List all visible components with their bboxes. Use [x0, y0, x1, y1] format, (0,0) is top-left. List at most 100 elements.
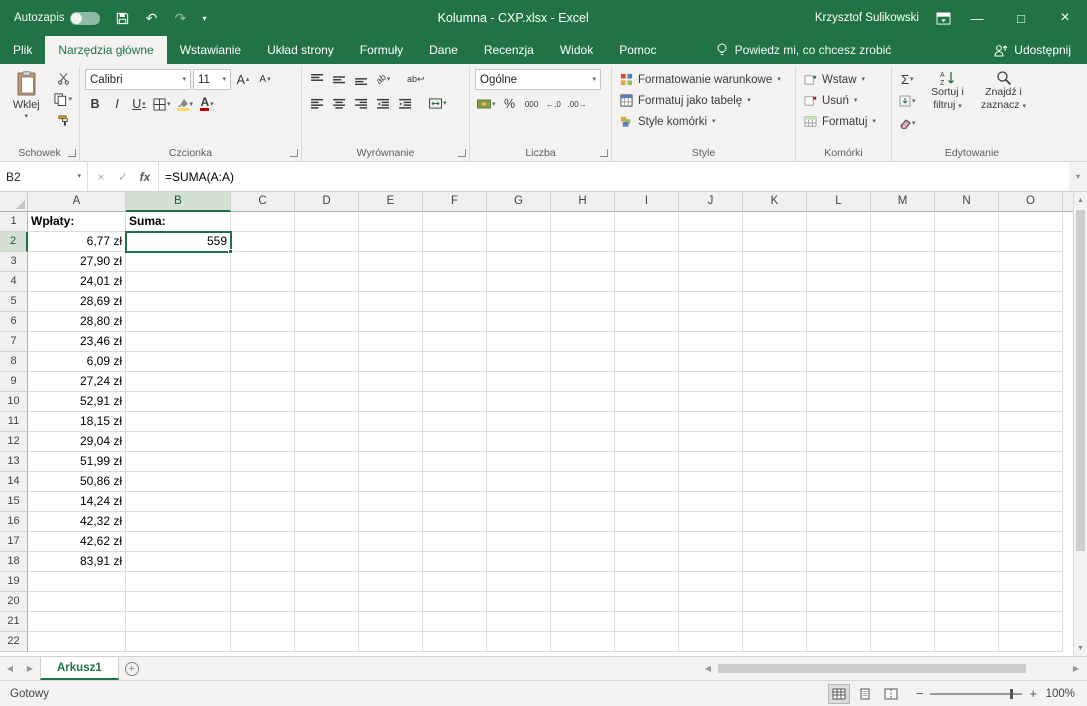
cell-E16[interactable]: [359, 512, 423, 532]
paste-button[interactable]: Wklej ▾: [5, 69, 47, 130]
cell-G18[interactable]: [487, 552, 551, 572]
cell-H19[interactable]: [551, 572, 615, 592]
cell-L15[interactable]: [807, 492, 871, 512]
cell-N17[interactable]: [935, 532, 999, 552]
cell-A22[interactable]: [28, 632, 126, 652]
cell-J21[interactable]: [679, 612, 743, 632]
cell-D9[interactable]: [295, 372, 359, 392]
cell-H2[interactable]: [551, 232, 615, 252]
cell-N12[interactable]: [935, 432, 999, 452]
cell-O4[interactable]: [999, 272, 1063, 292]
cell-O18[interactable]: [999, 552, 1063, 572]
cell-I3[interactable]: [615, 252, 679, 272]
cell-O2[interactable]: [999, 232, 1063, 252]
row-header-10[interactable]: 10: [0, 392, 28, 412]
cell-L22[interactable]: [807, 632, 871, 652]
cell-J3[interactable]: [679, 252, 743, 272]
cell-O20[interactable]: [999, 592, 1063, 612]
cell-A17[interactable]: 42,62 zł: [28, 532, 126, 552]
cell-A20[interactable]: [28, 592, 126, 612]
cell-N14[interactable]: [935, 472, 999, 492]
cell-E20[interactable]: [359, 592, 423, 612]
cell-C22[interactable]: [231, 632, 295, 652]
cell-C13[interactable]: [231, 452, 295, 472]
fill-color-button[interactable]: ▾: [175, 94, 196, 114]
cell-F1[interactable]: [423, 212, 487, 232]
orientation-button[interactable]: ab▾: [373, 69, 393, 89]
cell-O7[interactable]: [999, 332, 1063, 352]
cell-O16[interactable]: [999, 512, 1063, 532]
cell-J11[interactable]: [679, 412, 743, 432]
vertical-scrollbar[interactable]: ▲ ▼: [1073, 192, 1087, 656]
row-header-2[interactable]: 2: [0, 232, 28, 252]
cell-B18[interactable]: [126, 552, 231, 572]
maximize-button[interactable]: □: [999, 0, 1043, 36]
cell-F4[interactable]: [423, 272, 487, 292]
cell-M19[interactable]: [871, 572, 935, 592]
cell-O8[interactable]: [999, 352, 1063, 372]
previous-sheet-button[interactable]: ◀: [0, 657, 20, 680]
cell-J18[interactable]: [679, 552, 743, 572]
cell-K11[interactable]: [743, 412, 807, 432]
cell-A1[interactable]: Wpłaty:: [28, 212, 126, 232]
cell-B10[interactable]: [126, 392, 231, 412]
cell-H4[interactable]: [551, 272, 615, 292]
cell-H10[interactable]: [551, 392, 615, 412]
cell-L9[interactable]: [807, 372, 871, 392]
row-header-3[interactable]: 3: [0, 252, 28, 272]
row-header-12[interactable]: 12: [0, 432, 28, 452]
cell-L19[interactable]: [807, 572, 871, 592]
cell-B20[interactable]: [126, 592, 231, 612]
cell-I2[interactable]: [615, 232, 679, 252]
row-header-9[interactable]: 9: [0, 372, 28, 392]
cell-C20[interactable]: [231, 592, 295, 612]
cell-N4[interactable]: [935, 272, 999, 292]
cell-M1[interactable]: [871, 212, 935, 232]
cell-M17[interactable]: [871, 532, 935, 552]
page-break-preview-button[interactable]: [880, 684, 902, 704]
column-header-A[interactable]: A: [28, 192, 126, 212]
cell-D12[interactable]: [295, 432, 359, 452]
normal-view-button[interactable]: [828, 684, 850, 704]
cell-J14[interactable]: [679, 472, 743, 492]
cell-K2[interactable]: [743, 232, 807, 252]
cell-G5[interactable]: [487, 292, 551, 312]
ribbon-tab-widok[interactable]: Widok: [547, 36, 606, 64]
cell-H14[interactable]: [551, 472, 615, 492]
cell-I6[interactable]: [615, 312, 679, 332]
cell-D10[interactable]: [295, 392, 359, 412]
row-header-15[interactable]: 15: [0, 492, 28, 512]
cell-I5[interactable]: [615, 292, 679, 312]
cell-J5[interactable]: [679, 292, 743, 312]
cell-E13[interactable]: [359, 452, 423, 472]
cell-K15[interactable]: [743, 492, 807, 512]
cell-N22[interactable]: [935, 632, 999, 652]
cell-G7[interactable]: [487, 332, 551, 352]
cell-K4[interactable]: [743, 272, 807, 292]
cell-G4[interactable]: [487, 272, 551, 292]
enter-entry-button[interactable]: ✓: [112, 170, 134, 184]
cell-I7[interactable]: [615, 332, 679, 352]
format-painter-button[interactable]: [52, 111, 74, 130]
fill-button[interactable]: ▾: [897, 91, 918, 111]
conditional-formatting-button[interactable]: Formatowanie warunkowe ▾: [617, 69, 790, 90]
font-dialog-launcher[interactable]: [290, 149, 298, 157]
shrink-font-button[interactable]: A▾: [255, 70, 275, 90]
cell-D8[interactable]: [295, 352, 359, 372]
column-header-E[interactable]: E: [359, 192, 423, 212]
cell-N16[interactable]: [935, 512, 999, 532]
cell-M7[interactable]: [871, 332, 935, 352]
row-header-4[interactable]: 4: [0, 272, 28, 292]
cell-B3[interactable]: [126, 252, 231, 272]
cell-F13[interactable]: [423, 452, 487, 472]
grow-font-button[interactable]: A▴: [233, 70, 253, 90]
cell-G16[interactable]: [487, 512, 551, 532]
cell-J10[interactable]: [679, 392, 743, 412]
scroll-right-button[interactable]: ▶: [1069, 664, 1083, 673]
cell-B6[interactable]: [126, 312, 231, 332]
format-as-table-button[interactable]: Formatuj jako tabelę ▾: [617, 90, 790, 111]
insert-cells-button[interactable]: Wstaw ▾: [801, 69, 886, 90]
cell-G1[interactable]: [487, 212, 551, 232]
horizontal-scroll-track[interactable]: [717, 663, 1067, 674]
cell-J16[interactable]: [679, 512, 743, 532]
